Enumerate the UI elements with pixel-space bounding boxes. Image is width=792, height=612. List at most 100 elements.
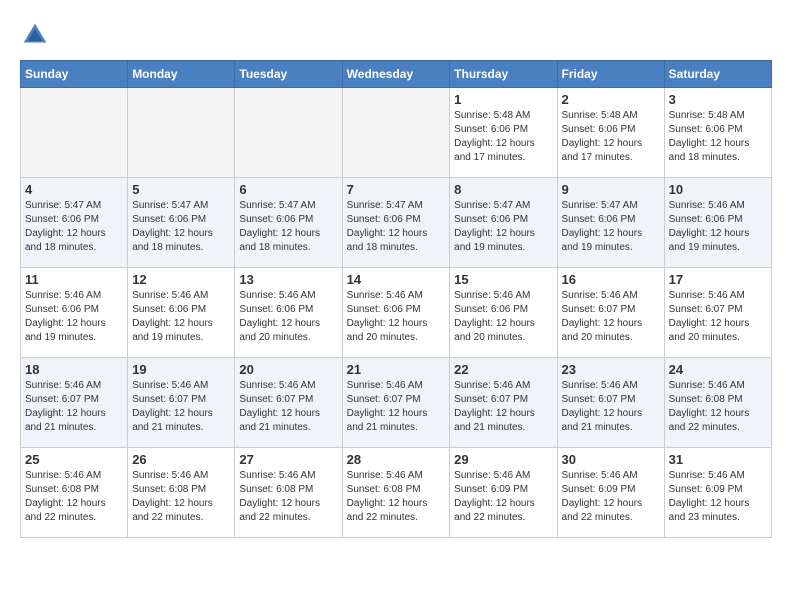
week-row-4: 18 Sunrise: 5:46 AM Sunset: 6:07 PM Dayli… <box>21 358 772 448</box>
calendar-cell: 1 Sunrise: 5:48 AM Sunset: 6:06 PM Daylig… <box>450 88 557 178</box>
day-info: Sunrise: 5:46 AM Sunset: 6:08 PM Dayligh… <box>239 469 337 525</box>
logo <box>20 20 54 50</box>
calendar-cell: 16 Sunrise: 5:46 AM Sunset: 6:07 PM Dayli… <box>557 268 664 358</box>
day-number: 18 <box>25 362 123 377</box>
calendar-cell: 31 Sunrise: 5:46 AM Sunset: 6:09 PM Dayli… <box>664 448 771 538</box>
calendar-cell: 15 Sunrise: 5:46 AM Sunset: 6:06 PM Dayli… <box>450 268 557 358</box>
day-info: Sunrise: 5:46 AM Sunset: 6:07 PM Dayligh… <box>239 379 337 435</box>
day-number: 31 <box>669 452 767 467</box>
calendar-cell: 20 Sunrise: 5:46 AM Sunset: 6:07 PM Dayli… <box>235 358 342 448</box>
calendar-cell: 23 Sunrise: 5:46 AM Sunset: 6:07 PM Dayli… <box>557 358 664 448</box>
day-number: 12 <box>132 272 230 287</box>
calendar-cell <box>235 88 342 178</box>
weekday-header-thursday: Thursday <box>450 61 557 88</box>
day-number: 2 <box>562 92 660 107</box>
day-number: 22 <box>454 362 552 377</box>
calendar-cell <box>342 88 450 178</box>
day-info: Sunrise: 5:46 AM Sunset: 6:09 PM Dayligh… <box>562 469 660 525</box>
day-info: Sunrise: 5:46 AM Sunset: 6:07 PM Dayligh… <box>454 379 552 435</box>
day-info: Sunrise: 5:46 AM Sunset: 6:07 PM Dayligh… <box>25 379 123 435</box>
calendar-cell: 21 Sunrise: 5:46 AM Sunset: 6:07 PM Dayli… <box>342 358 450 448</box>
day-info: Sunrise: 5:46 AM Sunset: 6:08 PM Dayligh… <box>132 469 230 525</box>
day-number: 15 <box>454 272 552 287</box>
day-info: Sunrise: 5:48 AM Sunset: 6:06 PM Dayligh… <box>454 109 552 165</box>
day-number: 5 <box>132 182 230 197</box>
day-number: 4 <box>25 182 123 197</box>
day-info: Sunrise: 5:47 AM Sunset: 6:06 PM Dayligh… <box>347 199 446 255</box>
day-number: 16 <box>562 272 660 287</box>
calendar-cell: 27 Sunrise: 5:46 AM Sunset: 6:08 PM Dayli… <box>235 448 342 538</box>
day-info: Sunrise: 5:46 AM Sunset: 6:07 PM Dayligh… <box>669 289 767 345</box>
day-number: 13 <box>239 272 337 287</box>
day-number: 10 <box>669 182 767 197</box>
day-number: 28 <box>347 452 446 467</box>
week-row-3: 11 Sunrise: 5:46 AM Sunset: 6:06 PM Dayli… <box>21 268 772 358</box>
day-info: Sunrise: 5:48 AM Sunset: 6:06 PM Dayligh… <box>562 109 660 165</box>
calendar-cell: 8 Sunrise: 5:47 AM Sunset: 6:06 PM Daylig… <box>450 178 557 268</box>
weekday-header-sunday: Sunday <box>21 61 128 88</box>
weekday-header-tuesday: Tuesday <box>235 61 342 88</box>
day-number: 1 <box>454 92 552 107</box>
day-info: Sunrise: 5:46 AM Sunset: 6:06 PM Dayligh… <box>454 289 552 345</box>
day-info: Sunrise: 5:46 AM Sunset: 6:09 PM Dayligh… <box>669 469 767 525</box>
calendar-cell: 24Sunrise: 5:46 AM Sunset: 6:08 PM Dayli… <box>664 358 771 448</box>
calendar-cell: 19 Sunrise: 5:46 AM Sunset: 6:07 PM Dayli… <box>128 358 235 448</box>
calendar-cell: 9 Sunrise: 5:47 AM Sunset: 6:06 PM Daylig… <box>557 178 664 268</box>
day-number: 8 <box>454 182 552 197</box>
day-number: 25 <box>25 452 123 467</box>
day-info: Sunrise: 5:47 AM Sunset: 6:06 PM Dayligh… <box>562 199 660 255</box>
calendar-cell: 12 Sunrise: 5:46 AM Sunset: 6:06 PM Dayli… <box>128 268 235 358</box>
day-info: Sunrise: 5:46 AM Sunset: 6:06 PM Dayligh… <box>347 289 446 345</box>
calendar-cell: 22 Sunrise: 5:46 AM Sunset: 6:07 PM Dayli… <box>450 358 557 448</box>
calendar-cell: 29Sunrise: 5:46 AM Sunset: 6:09 PM Dayli… <box>450 448 557 538</box>
day-number: 6 <box>239 182 337 197</box>
calendar-table: SundayMondayTuesdayWednesdayThursdayFrid… <box>20 60 772 538</box>
week-row-2: 4 Sunrise: 5:47 AM Sunset: 6:06 PM Daylig… <box>21 178 772 268</box>
day-number: 21 <box>347 362 446 377</box>
weekday-header-wednesday: Wednesday <box>342 61 450 88</box>
day-info: Sunrise: 5:46 AM Sunset: 6:08 PM Dayligh… <box>347 469 446 525</box>
day-number: 7 <box>347 182 446 197</box>
calendar-cell: 26 Sunrise: 5:46 AM Sunset: 6:08 PM Dayli… <box>128 448 235 538</box>
day-info: Sunrise: 5:47 AM Sunset: 6:06 PM Dayligh… <box>25 199 123 255</box>
header <box>20 20 772 50</box>
day-number: 3 <box>669 92 767 107</box>
day-number: 19 <box>132 362 230 377</box>
day-number: 20 <box>239 362 337 377</box>
day-info: Sunrise: 5:46 AM Sunset: 6:06 PM Dayligh… <box>132 289 230 345</box>
weekday-header-saturday: Saturday <box>664 61 771 88</box>
calendar-cell: 14 Sunrise: 5:46 AM Sunset: 6:06 PM Dayli… <box>342 268 450 358</box>
day-info: Sunrise: 5:46 AM Sunset: 6:07 PM Dayligh… <box>347 379 446 435</box>
calendar-cell: 18 Sunrise: 5:46 AM Sunset: 6:07 PM Dayli… <box>21 358 128 448</box>
calendar-cell: 6 Sunrise: 5:47 AM Sunset: 6:06 PM Daylig… <box>235 178 342 268</box>
weekday-header-friday: Friday <box>557 61 664 88</box>
day-number: 9 <box>562 182 660 197</box>
day-info: Sunrise: 5:46 AM Sunset: 6:06 PM Dayligh… <box>25 289 123 345</box>
day-number: 14 <box>347 272 446 287</box>
weekday-header-monday: Monday <box>128 61 235 88</box>
weekday-header-row: SundayMondayTuesdayWednesdayThursdayFrid… <box>21 61 772 88</box>
day-number: 23 <box>562 362 660 377</box>
day-number: 30 <box>562 452 660 467</box>
calendar-cell: 7 Sunrise: 5:47 AM Sunset: 6:06 PM Daylig… <box>342 178 450 268</box>
logo-icon <box>20 20 50 50</box>
calendar-cell: 13 Sunrise: 5:46 AM Sunset: 6:06 PM Dayli… <box>235 268 342 358</box>
day-info: Sunrise: 5:46 AM Sunset: 6:07 PM Dayligh… <box>562 379 660 435</box>
day-info: Sunrise: 5:46 AM Sunset: 6:07 PM Dayligh… <box>562 289 660 345</box>
day-number: 27 <box>239 452 337 467</box>
week-row-5: 25 Sunrise: 5:46 AM Sunset: 6:08 PM Dayli… <box>21 448 772 538</box>
day-info: Sunrise: 5:47 AM Sunset: 6:06 PM Dayligh… <box>239 199 337 255</box>
calendar-cell: 3 Sunrise: 5:48 AM Sunset: 6:06 PM Daylig… <box>664 88 771 178</box>
week-row-1: 1 Sunrise: 5:48 AM Sunset: 6:06 PM Daylig… <box>21 88 772 178</box>
day-number: 26 <box>132 452 230 467</box>
day-number: 11 <box>25 272 123 287</box>
calendar-cell: 17Sunrise: 5:46 AM Sunset: 6:07 PM Dayli… <box>664 268 771 358</box>
day-info: Sunrise: 5:46 AM Sunset: 6:08 PM Dayligh… <box>25 469 123 525</box>
calendar-cell: 30 Sunrise: 5:46 AM Sunset: 6:09 PM Dayli… <box>557 448 664 538</box>
day-info: Sunrise: 5:48 AM Sunset: 6:06 PM Dayligh… <box>669 109 767 165</box>
day-number: 24 <box>669 362 767 377</box>
day-info: Sunrise: 5:47 AM Sunset: 6:06 PM Dayligh… <box>132 199 230 255</box>
day-info: Sunrise: 5:46 AM Sunset: 6:07 PM Dayligh… <box>132 379 230 435</box>
day-info: Sunrise: 5:46 AM Sunset: 6:06 PM Dayligh… <box>239 289 337 345</box>
day-info: Sunrise: 5:47 AM Sunset: 6:06 PM Dayligh… <box>454 199 552 255</box>
